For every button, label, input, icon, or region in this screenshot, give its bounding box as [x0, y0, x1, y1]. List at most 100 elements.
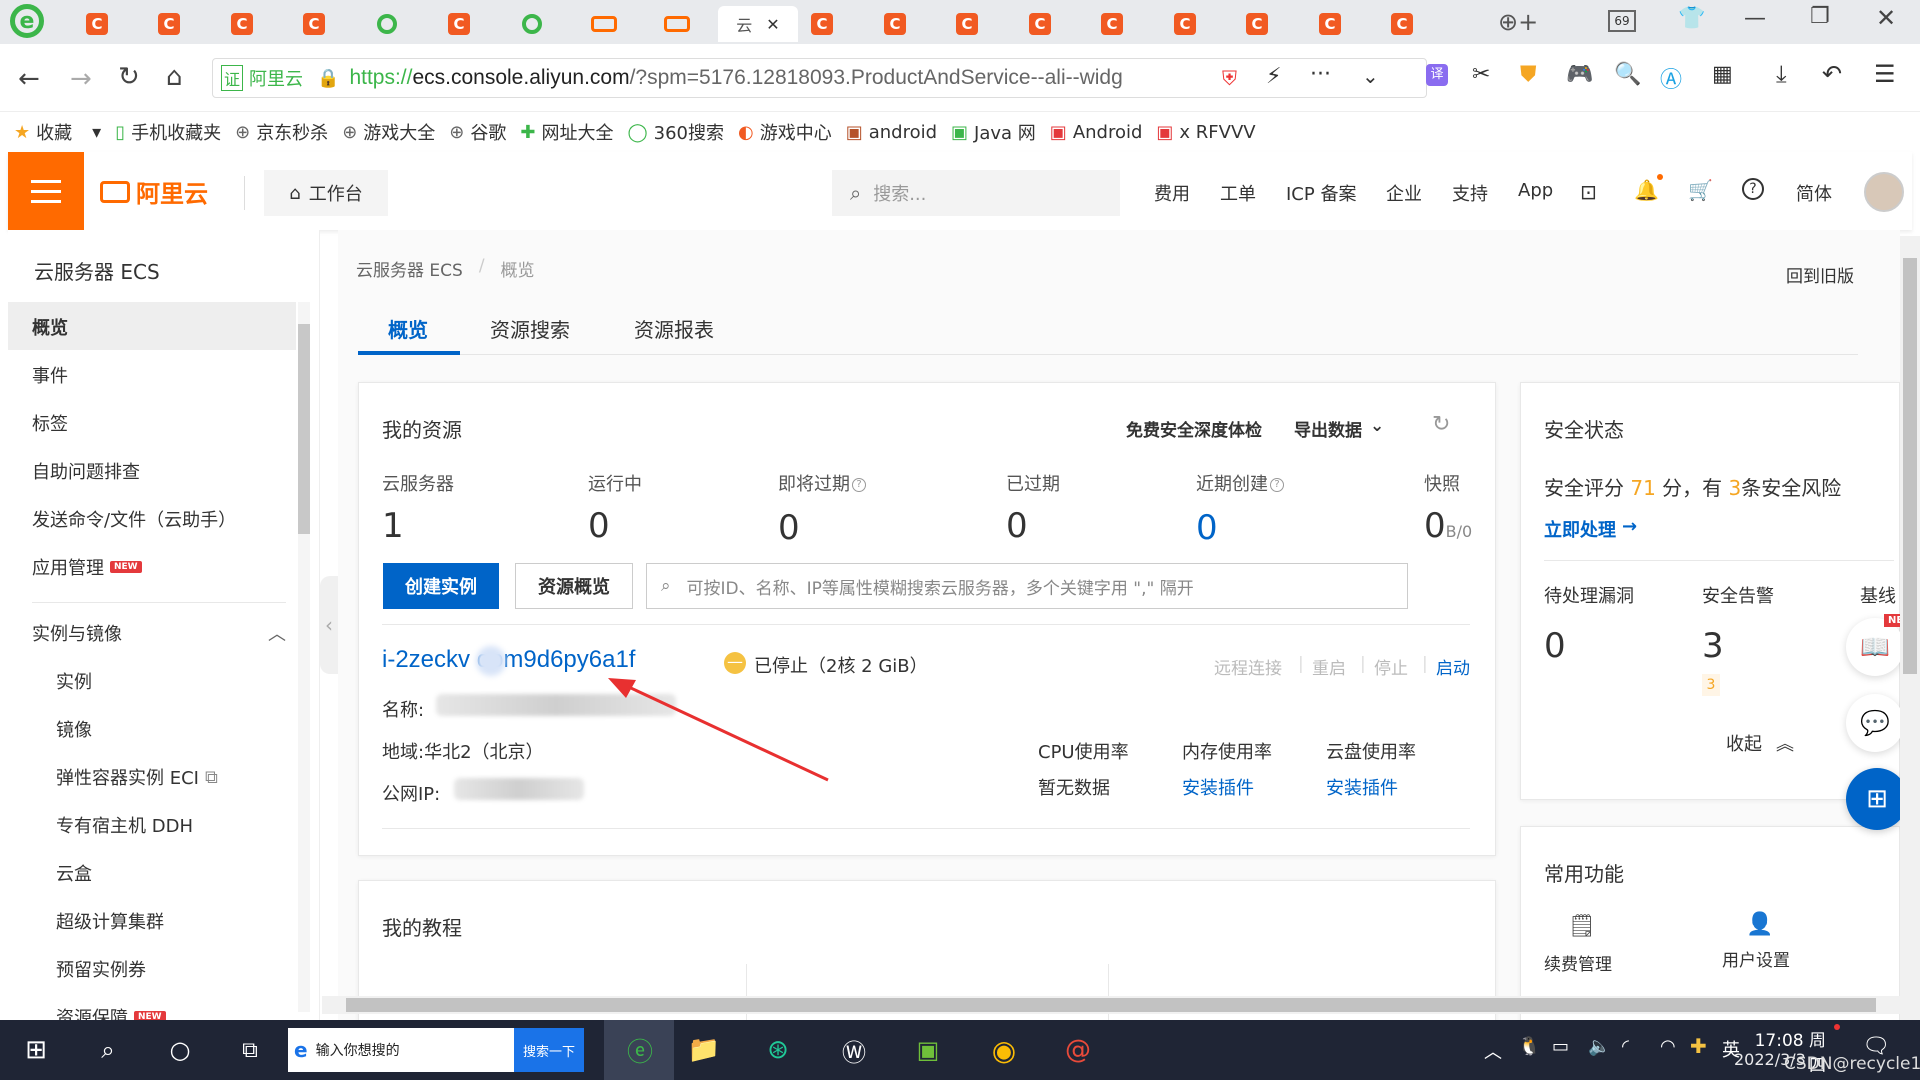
page-vertical-scrollbar-thumb[interactable] [1903, 258, 1917, 674]
restore-icon[interactable]: ❐ [1810, 4, 1830, 29]
app-store-icon[interactable]: Ⓐ [1660, 62, 1682, 94]
collapse-button[interactable]: 收起 ︽ [1726, 730, 1794, 756]
vuln-value[interactable]: 0 [1544, 626, 1566, 666]
stop-action[interactable]: 停止 [1374, 654, 1408, 679]
browser-tab[interactable]: C [209, 6, 275, 42]
browser-tab[interactable]: C [136, 6, 202, 42]
cart-icon[interactable]: 🛒 [1688, 178, 1713, 202]
back-icon[interactable]: ← [18, 64, 40, 94]
more-icon[interactable]: ··· [1310, 62, 1331, 87]
browser-tab[interactable]: C [934, 6, 1000, 42]
sidebar-sub-item[interactable]: 弹性容器实例 ECI ⧉ [56, 764, 218, 790]
network-app-icon[interactable]: ⊛ [758, 1030, 798, 1070]
swirl-app-icon[interactable]: @ [1058, 1030, 1098, 1070]
bookmark-item[interactable]: ◐ 游戏中心 [738, 119, 832, 145]
renew-management-link[interactable]: 续费管理 [1544, 950, 1612, 975]
sidebar-scrollbar-thumb[interactable] [298, 324, 310, 534]
handle-now-link[interactable]: 立即处理 → [1544, 516, 1637, 542]
bookmark-item[interactable]: ▣ Java 网 [951, 119, 1036, 145]
tab-resource-report[interactable]: 资源报表 [634, 314, 714, 343]
security-check-link[interactable]: 免费安全深度体检 [1126, 416, 1262, 441]
skin-icon[interactable]: 👕 [1678, 6, 1705, 31]
stat-value-recent[interactable]: 0 [1196, 508, 1218, 548]
feedback-float-icon[interactable]: 💬 [1846, 694, 1904, 752]
url-dropdown-icon[interactable]: ⌄ [1362, 64, 1379, 88]
page-horizontal-scrollbar-thumb[interactable] [346, 998, 1876, 1012]
bookmark-item[interactable]: ⊕ 游戏大全 [342, 119, 435, 145]
help-icon[interactable]: ? [852, 478, 866, 492]
browser-tab[interactable]: C [64, 6, 130, 42]
create-instance-button[interactable]: 创建实例 [383, 563, 499, 609]
header-nav-item[interactable]: 企业 [1386, 180, 1422, 206]
browser-tab[interactable]: C [1297, 6, 1363, 42]
tab-count-badge[interactable]: 69 [1608, 10, 1636, 32]
sidebar-item[interactable]: 自助问题排查 [32, 458, 140, 484]
reload-icon[interactable]: ↻ [118, 62, 140, 92]
bell-icon[interactable]: 🔔 [1634, 178, 1659, 202]
search-icon[interactable]: ⌕ [88, 1030, 128, 1070]
chrome-icon[interactable]: ◉ [984, 1030, 1024, 1070]
battery-icon[interactable]: ▭ [1552, 1036, 1569, 1057]
bookmark-item[interactable]: ★ 收藏 ▾ [14, 119, 101, 145]
bookmark-item[interactable]: ▣ Android [1050, 122, 1143, 143]
browser-logo-icon[interactable]: e [10, 4, 44, 38]
tab-resource-search[interactable]: 资源搜索 [490, 314, 570, 343]
browser-tab[interactable]: C [1079, 6, 1145, 42]
action-center-icon[interactable]: 🗨 [1862, 1034, 1890, 1059]
new-tab-icon[interactable]: ⊕+ [1498, 8, 1538, 36]
hamburger-menu-icon[interactable] [8, 152, 84, 230]
sidebar-item[interactable]: 事件 [32, 362, 68, 388]
stat-value-running[interactable]: 0 [588, 506, 610, 546]
bookmark-item[interactable]: ▣ android [846, 122, 937, 143]
help-icon[interactable]: ? [1270, 478, 1284, 492]
file-explorer-icon[interactable]: 📁 [684, 1030, 724, 1070]
tray-expand-icon[interactable]: ︿ [1484, 1038, 1502, 1064]
search-ext-icon[interactable]: 🔍 [1614, 62, 1641, 87]
home-icon[interactable]: ⌂ [166, 62, 183, 92]
browser-tab[interactable] [354, 6, 420, 42]
header-search-input[interactable]: ⌕ 搜索... [832, 170, 1120, 216]
disk-install-plugin-link[interactable]: 安装插件 [1326, 774, 1398, 800]
undo-icon[interactable]: ↶ [1822, 60, 1842, 88]
sidebar-item[interactable]: 应用管理 NEW [32, 554, 142, 580]
sidebar-collapse-handle[interactable]: ‹ [320, 576, 338, 674]
wireless-icon[interactable]: ◠ [1660, 1036, 1676, 1057]
360-browser-taskbar-icon[interactable]: ⓔ [620, 1030, 660, 1070]
sidebar-sub-item[interactable]: 云盒 [56, 860, 92, 886]
bookmark-item[interactable]: ⊕ 谷歌 [449, 119, 506, 145]
bookmark-item[interactable]: ✚ 网址大全 [520, 119, 613, 145]
sidebar-item[interactable]: 概览 [32, 314, 68, 340]
instance-search-input[interactable]: ⌕ 可按ID、名称、IP等属性模糊搜索云服务器，多个关键字用 "," 隔开 [646, 563, 1408, 609]
taskbar-search-box[interactable]: e 输入你想搜的 [288, 1028, 514, 1072]
sidebar-sub-item[interactable]: 预留实例券 [56, 956, 146, 982]
browser-tab[interactable] [571, 6, 637, 42]
taskbar-search-button[interactable]: 搜索一下 [514, 1028, 584, 1072]
instance-id-link[interactable]: i-2zeckv oom9d6py6a1f [382, 646, 635, 674]
wifi-icon[interactable]: ◜ [1622, 1036, 1629, 1057]
bookmark-item[interactable]: ◯ 360搜索 [627, 119, 724, 145]
translate-icon[interactable]: 译 [1426, 64, 1448, 86]
forward-icon[interactable]: → [70, 64, 92, 94]
sidebar-sub-item[interactable]: 超级计算集群 [56, 908, 164, 934]
sidebar-group-instances[interactable]: 实例与镜像 ︿ [32, 620, 286, 646]
browser-tab[interactable]: 云 ✕ [718, 6, 798, 42]
stat-value-servers[interactable]: 1 [382, 506, 404, 546]
browser-tab[interactable]: C [1369, 6, 1435, 42]
apps-grid-icon[interactable]: ▦ [1712, 62, 1733, 87]
sidebar-sub-item[interactable]: 镜像 [56, 716, 92, 742]
windows-start-icon[interactable]: ⊞ [16, 1030, 56, 1070]
start-action[interactable]: 启动 [1436, 654, 1470, 679]
browser-tab[interactable]: C [1152, 6, 1218, 42]
header-nav-item[interactable]: 工单 [1220, 180, 1256, 206]
alert-value[interactable]: 3 [1702, 626, 1724, 666]
browser-menu-icon[interactable]: ☰ [1874, 60, 1896, 88]
header-nav-item[interactable]: App [1518, 180, 1553, 201]
lightning-icon[interactable]: ⚡ [1266, 64, 1281, 89]
cortana-icon[interactable]: ○ [160, 1030, 200, 1070]
browser-tab[interactable] [499, 6, 565, 42]
stat-value-expiring[interactable]: 0 [778, 508, 800, 548]
minimize-icon[interactable]: — [1744, 6, 1766, 31]
browser-tab[interactable]: C [789, 6, 855, 42]
workbench-button[interactable]: ⌂ 工作台 [264, 170, 388, 216]
browser-tab[interactable] [644, 6, 710, 42]
